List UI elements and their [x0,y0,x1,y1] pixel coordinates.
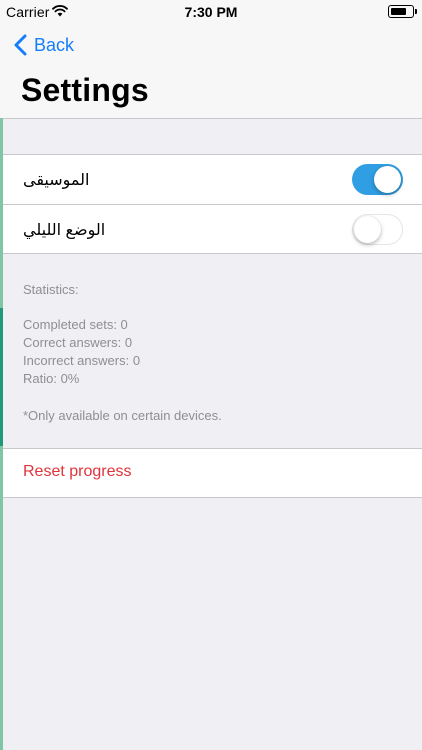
battery-fill [391,8,406,15]
night-mode-toggle-knob [354,216,381,243]
night-mode-setting-label: الوضع الليلي [23,221,106,239]
back-label: Back [34,34,75,55]
status-bar: Carrier 7:30 PM [0,0,422,24]
reset-group: Reset progress [0,448,422,498]
chevron-left-icon [14,34,27,56]
music-toggle-knob [374,166,401,193]
stat-ratio: Ratio: 0% [23,371,80,386]
back-button[interactable]: Back [12,33,74,57]
settings-screen: Carrier 7:30 PM Back Settings الموسيقى ا… [0,0,422,750]
night-mode-toggle[interactable] [352,214,403,245]
stat-incorrect-answers: Incorrect answers: 0 [23,353,141,368]
stat-correct-answers: Correct answers: 0 [23,335,133,350]
availability-note: *Only available on certain devices. [23,408,222,423]
music-setting-row: الموسيقى [0,155,422,204]
night-mode-setting-row: الوضع الليلي [0,204,422,254]
statistics-heading: Statistics: [23,282,79,297]
music-toggle[interactable] [352,164,403,195]
music-setting-label: الموسيقى [23,171,90,189]
stat-completed-sets: Completed sets: 0 [23,317,128,332]
reset-progress-button[interactable]: Reset progress [23,463,132,481]
navigation-bar: Back Settings [0,24,422,119]
page-title: Settings [21,72,149,108]
settings-toggle-group: الموسيقى الوضع الليلي [0,154,422,254]
battery-icon [388,5,417,18]
clock: 7:30 PM [184,4,238,20]
left-accent-edge-dark [0,308,3,446]
